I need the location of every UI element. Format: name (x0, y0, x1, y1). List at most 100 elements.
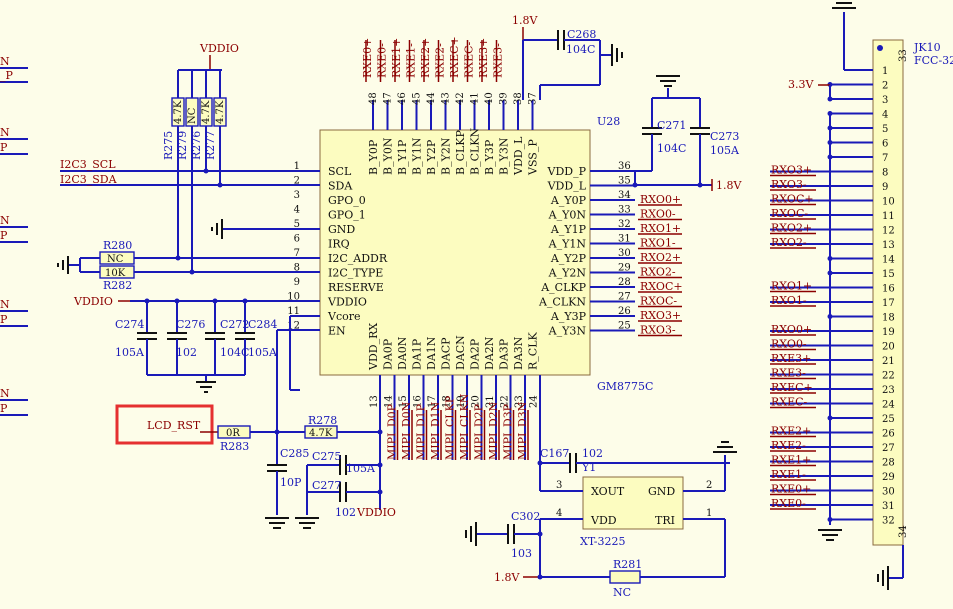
addr-resistors: NC 10K R280 R282 (57, 239, 320, 292)
u28-pin-name: VDD_RX (367, 323, 380, 371)
jk10-pin-num: 14 (882, 255, 895, 266)
jk10-pin-num: 5 (882, 124, 888, 135)
u28-pin-name: DA0N (396, 336, 409, 370)
u28-pin-name: A_Y1N (548, 238, 587, 251)
jk10-net-label: RXO3+ (771, 164, 812, 177)
u28-net-label: MIPI_D0P (386, 403, 399, 460)
jk10-net-label: RXO2- (771, 236, 807, 249)
u28-pin-num: 39 (499, 92, 510, 105)
u28-pin-name: A_Y3N (548, 325, 587, 338)
jk10-net-label: RXE3+ (771, 352, 811, 365)
net-i2c-sda: I2C3_SDA (60, 173, 118, 186)
jk10-pin-num: 30 (882, 487, 895, 498)
u28-net-label: MIPI_D3N (516, 401, 529, 460)
u28-net-label: RXO3- (640, 324, 676, 337)
jk10-pin-num: 4 (882, 110, 888, 121)
u28-pin-name: DACN (454, 335, 467, 370)
u28-pin-name: GPO_0 (328, 194, 366, 207)
u28-pin-num: 30 (618, 248, 631, 259)
u28-net-label: RXE2- (434, 43, 447, 78)
jk10-pin-num: 7 (882, 153, 888, 164)
jk10-pin-num: 25 (882, 414, 895, 425)
c285-ref: C285 (280, 447, 309, 460)
jk10-pin-num: 20 (882, 342, 895, 353)
jk10-net-label: RXE0- (771, 497, 806, 510)
u28-pin-name: GND (328, 223, 355, 236)
jk10-net-label: RXE1+ (771, 454, 811, 467)
r282-ref: R282 (103, 279, 132, 292)
c285-val: 10P (280, 476, 302, 489)
u28-pin-num: 48 (368, 92, 379, 105)
jk10-net-label: RXEC+ (771, 381, 813, 394)
r276-val: 4.7K (201, 100, 212, 124)
net-33v: 3.3V (788, 78, 814, 91)
net-18v-top: 1.8V (512, 14, 538, 27)
jk10-pin-num: 13 (882, 240, 895, 251)
u28-pin-name: A_CLKN (538, 296, 586, 309)
r275-ref: R275 (162, 131, 175, 160)
r282-val: 10K (105, 268, 126, 279)
u28-pin-name: A_Y2P (550, 252, 587, 265)
c274-ref: C274 (115, 318, 144, 331)
c277-ref: C277 (312, 479, 341, 492)
u28-pin-name: R_CLK (527, 331, 540, 370)
jk10-pin-num: 10 (882, 197, 895, 208)
u28-net-label: RXE3- (492, 43, 505, 78)
u28-net-label: MIPI_D0N (400, 401, 413, 460)
left-edge-net-label: N (0, 55, 10, 68)
jk10-pin-num: 24 (882, 400, 895, 411)
jk10-connector[interactable]: JK10 FCC-32 33 34 12345678RXO3+9RXO3-10R… (770, 2, 953, 590)
jk10-net-label: RXO0- (771, 338, 807, 351)
vdd-right-supply: 1.8V C271 104C C273 105A (632, 75, 742, 192)
u28-pin-name: B_Y3N (498, 137, 511, 175)
u28-net-label: RXOC- (640, 295, 677, 308)
vddrx-caps: C275 105A C277 102 VDDIO (295, 375, 396, 529)
u28-pin-num: 32 (618, 219, 631, 230)
u28-net-label: RXE0- (376, 43, 389, 78)
jk10-part: FCC-32 (914, 54, 953, 67)
y1-pin3-num: 3 (556, 480, 562, 491)
jk10-net-label: RXE1- (771, 468, 806, 481)
r281-ref: R281 (613, 558, 642, 571)
u28-pin-name: VDDIO (327, 296, 367, 309)
u28-pin-num: 42 (455, 92, 466, 105)
jk10-pin-num: 19 (882, 327, 895, 338)
left-edge-net-label: P (0, 141, 8, 154)
u28-pin-num: 29 (618, 263, 631, 274)
u28-net-label: MIPI_D3P (502, 403, 515, 460)
jk10-pin-num: 27 (882, 443, 895, 454)
u28-bottom-pins: VDD_RX13DA0P14MIPI_D0PDA0N15MIPI_D0NDA1P… (367, 323, 540, 460)
c275-ref: C275 (312, 450, 341, 463)
u28-pin-name: DA1P (411, 338, 424, 370)
u28-pin-name: A_Y3P (550, 310, 587, 323)
u28-pin-num: 26 (618, 306, 631, 317)
u28-pin-name: A_Y1P (550, 223, 587, 236)
u28-right-pins: VDD_P 36 VDD_L 35 A_Y0P 34 RXO0+ A_Y0N 33 RXO0- A_… (538, 161, 683, 338)
u28-pin-num: 46 (397, 92, 408, 105)
net-lcd-rst[interactable]: LCD_RST (147, 419, 201, 432)
u28-ic[interactable]: U28 GM8775C 1 SCL2 SDA3 GPO_04 GPO_15 GND6 IRQ… (287, 36, 683, 460)
c271-ref: C271 (657, 119, 686, 132)
u28-pin-name: B_Y2P (425, 139, 438, 175)
jk10-net-label: RXOC- (771, 207, 808, 220)
u28-pin-name: SDA (328, 180, 353, 193)
u28-pin-num: 47 (383, 92, 394, 105)
u28-net-label: RXO2- (640, 266, 676, 279)
u28-pin-num: 45 (412, 92, 423, 105)
u28-net-label: RXEC+ (448, 36, 461, 78)
jk10-pin-num: 1 (882, 66, 888, 77)
jk10-pin-num: 8 (882, 168, 888, 179)
jk10-pin-num: 31 (882, 501, 895, 512)
u28-net-label: RXOC+ (640, 280, 683, 293)
u28-net-label: RXO3+ (640, 309, 681, 322)
jk10-net-label: RXE2- (771, 439, 806, 452)
u28-net-label: RXEC- (463, 41, 476, 78)
jk10-pin-num: 2 (882, 81, 888, 92)
y1-part: XT-3225 (580, 535, 625, 548)
c275-val: 105A (346, 462, 376, 475)
u28-net-label: RXE1+ (390, 38, 403, 78)
jk10-pin-num: 28 (882, 458, 895, 469)
left-edge-net-label: N (0, 387, 10, 400)
u28-net-label: MIPI_CLKN (458, 393, 471, 460)
u28-net-label: RXO0+ (640, 193, 681, 206)
